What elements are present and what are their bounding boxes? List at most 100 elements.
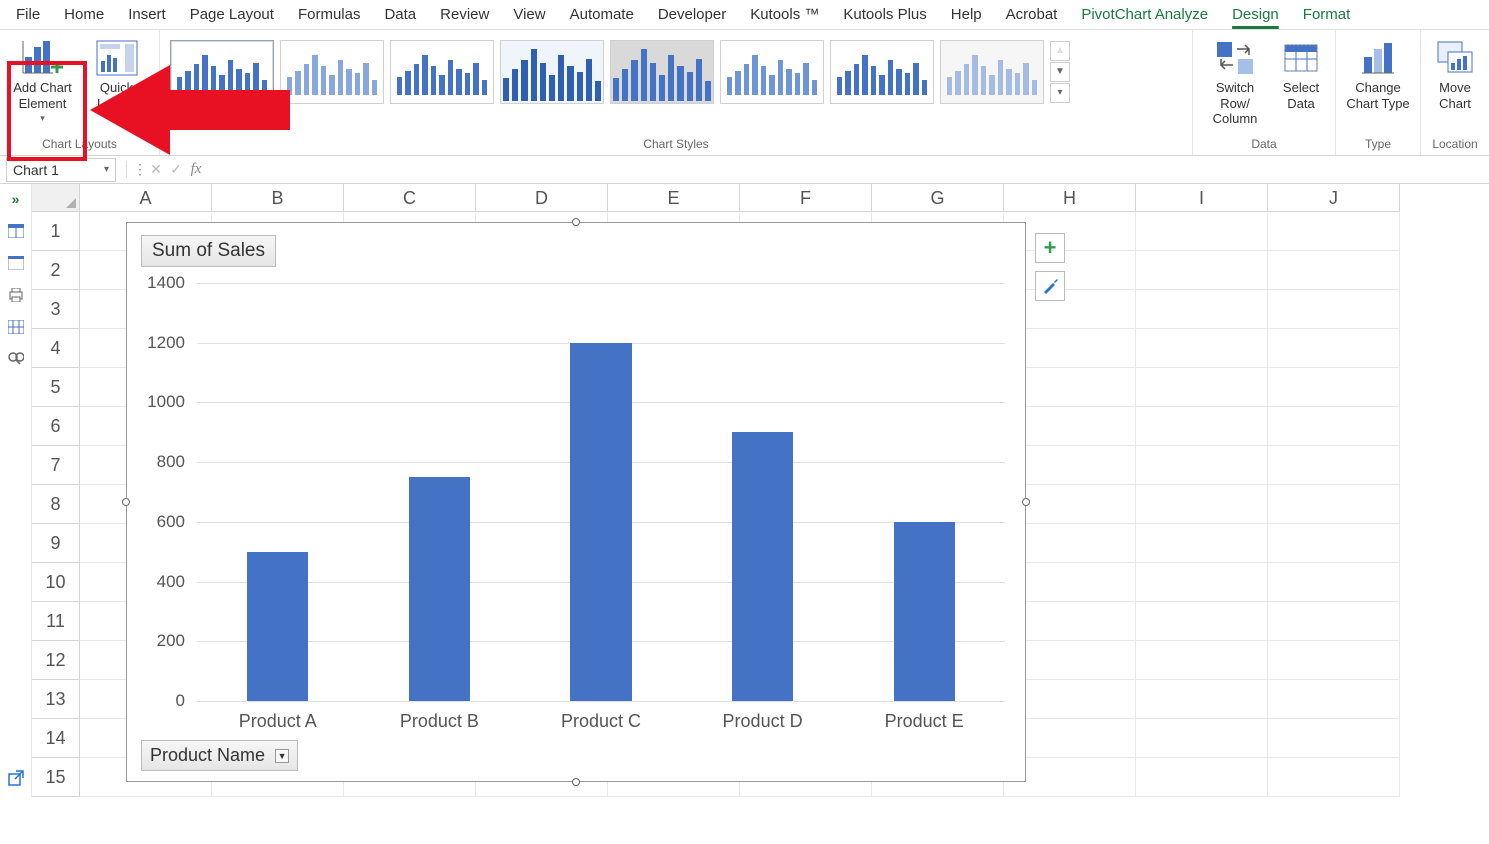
- column-header[interactable]: C: [344, 184, 476, 212]
- chart-bar[interactable]: [894, 522, 955, 701]
- select-all-corner[interactable]: [32, 184, 80, 212]
- row-header[interactable]: 9: [32, 524, 80, 563]
- menu-kutools-plus[interactable]: Kutools Plus: [831, 2, 938, 27]
- cell[interactable]: [1268, 407, 1400, 446]
- cell[interactable]: [1268, 329, 1400, 368]
- cell[interactable]: [1136, 329, 1268, 368]
- add-chart-element-button[interactable]: Add Chart Element ▾: [7, 34, 79, 128]
- row-header[interactable]: 8: [32, 485, 80, 524]
- cell[interactable]: [1136, 602, 1268, 641]
- cell[interactable]: [1136, 719, 1268, 758]
- menu-kutools-[interactable]: Kutools ™: [738, 2, 831, 27]
- menu-design[interactable]: Design: [1220, 2, 1291, 27]
- quick-layout-button[interactable]: Quick Layout ▾: [81, 34, 153, 128]
- cell[interactable]: [1268, 485, 1400, 524]
- select-data-button[interactable]: Select Data: [1273, 34, 1329, 115]
- row-header[interactable]: 10: [32, 563, 80, 602]
- row-header[interactable]: 15: [32, 758, 80, 797]
- row-header[interactable]: 6: [32, 407, 80, 446]
- chart-styles-button[interactable]: [1035, 271, 1065, 301]
- gallery-more-button[interactable]: ▾: [1050, 83, 1070, 103]
- cell[interactable]: [1136, 446, 1268, 485]
- row-header[interactable]: 14: [32, 719, 80, 758]
- chart-resize-handle-s[interactable]: [572, 778, 580, 786]
- pivot-chart[interactable]: Sum of Sales 0200400600800100012001400Pr…: [126, 222, 1026, 782]
- formula-cancel-icon[interactable]: ✕: [146, 161, 166, 178]
- column-header[interactable]: H: [1004, 184, 1136, 212]
- cell[interactable]: [1136, 251, 1268, 290]
- row-header[interactable]: 2: [32, 251, 80, 290]
- menu-page-layout[interactable]: Page Layout: [178, 2, 286, 27]
- chart-plot-area[interactable]: 0200400600800100012001400Product AProduc…: [197, 283, 1005, 701]
- cell[interactable]: [1268, 719, 1400, 758]
- chart-resize-handle-w[interactable]: [122, 498, 130, 506]
- chart-style-thumb-7[interactable]: [830, 40, 934, 104]
- cell[interactable]: [1136, 758, 1268, 797]
- column-header[interactable]: E: [608, 184, 740, 212]
- spreadsheet-grid[interactable]: ABCDEFGHIJ 123456789101112131415 Sum of …: [32, 184, 1489, 797]
- gallery-scroll-up[interactable]: ▲: [1050, 41, 1070, 61]
- chart-bar[interactable]: [570, 343, 631, 701]
- chart-resize-handle-n[interactable]: [572, 218, 580, 226]
- cell[interactable]: [1136, 368, 1268, 407]
- menu-format[interactable]: Format: [1291, 2, 1363, 27]
- name-box-dropdown-icon[interactable]: ▾: [104, 164, 109, 175]
- chart-style-thumb-2[interactable]: [280, 40, 384, 104]
- row-header[interactable]: 11: [32, 602, 80, 641]
- column-header[interactable]: B: [212, 184, 344, 212]
- cell[interactable]: [1268, 290, 1400, 329]
- row-header[interactable]: 12: [32, 641, 80, 680]
- axis-field-dropdown[interactable]: Product Name ▼: [141, 740, 298, 771]
- cell[interactable]: [1268, 368, 1400, 407]
- menu-file[interactable]: File: [4, 2, 52, 27]
- menu-acrobat[interactable]: Acrobat: [994, 2, 1070, 27]
- cell[interactable]: [1136, 212, 1268, 251]
- chart-style-thumb-5[interactable]: [610, 40, 714, 104]
- column-header[interactable]: I: [1136, 184, 1268, 212]
- column-header[interactable]: D: [476, 184, 608, 212]
- column-header[interactable]: A: [80, 184, 212, 212]
- chart-title[interactable]: Sum of Sales: [141, 235, 276, 267]
- chart-style-thumb-4[interactable]: [500, 40, 604, 104]
- row-header[interactable]: 3: [32, 290, 80, 329]
- chart-elements-button[interactable]: +: [1035, 233, 1065, 263]
- cell[interactable]: [1136, 485, 1268, 524]
- side-print-icon[interactable]: [7, 286, 25, 304]
- row-header[interactable]: 13: [32, 680, 80, 719]
- gallery-scroll-down[interactable]: ▼: [1050, 62, 1070, 82]
- side-table-icon[interactable]: [7, 222, 25, 240]
- menu-automate[interactable]: Automate: [558, 2, 646, 27]
- cell[interactable]: [1268, 446, 1400, 485]
- menu-data[interactable]: Data: [372, 2, 428, 27]
- change-chart-type-button[interactable]: Change Chart Type: [1342, 34, 1414, 115]
- cell[interactable]: [1268, 680, 1400, 719]
- fx-icon[interactable]: fx: [186, 161, 206, 178]
- menu-insert[interactable]: Insert: [116, 2, 178, 27]
- cell[interactable]: [1268, 641, 1400, 680]
- cell[interactable]: [1268, 758, 1400, 797]
- column-header[interactable]: G: [872, 184, 1004, 212]
- chart-bar[interactable]: [409, 477, 470, 701]
- side-window-icon[interactable]: [7, 254, 25, 272]
- cell[interactable]: [1136, 641, 1268, 680]
- cell[interactable]: [1268, 251, 1400, 290]
- chart-style-thumb-1[interactable]: [170, 40, 274, 104]
- column-header[interactable]: J: [1268, 184, 1400, 212]
- formula-accept-icon[interactable]: ✓: [166, 161, 186, 178]
- menu-formulas[interactable]: Formulas: [286, 2, 373, 27]
- chart-resize-handle-e[interactable]: [1022, 498, 1030, 506]
- cell[interactable]: [1136, 563, 1268, 602]
- move-chart-button[interactable]: Move Chart: [1427, 34, 1483, 115]
- formula-options-icon[interactable]: ⋮: [126, 161, 146, 178]
- formula-input[interactable]: [206, 158, 1489, 182]
- side-find-icon[interactable]: [7, 350, 25, 368]
- row-header[interactable]: 4: [32, 329, 80, 368]
- chart-style-thumb-3[interactable]: [390, 40, 494, 104]
- cell[interactable]: [1268, 602, 1400, 641]
- expand-panel-icon[interactable]: »: [7, 190, 25, 208]
- row-header[interactable]: 7: [32, 446, 80, 485]
- chart-bar[interactable]: [732, 432, 793, 701]
- cell[interactable]: [1268, 563, 1400, 602]
- cell[interactable]: [1136, 407, 1268, 446]
- menu-developer[interactable]: Developer: [646, 2, 738, 27]
